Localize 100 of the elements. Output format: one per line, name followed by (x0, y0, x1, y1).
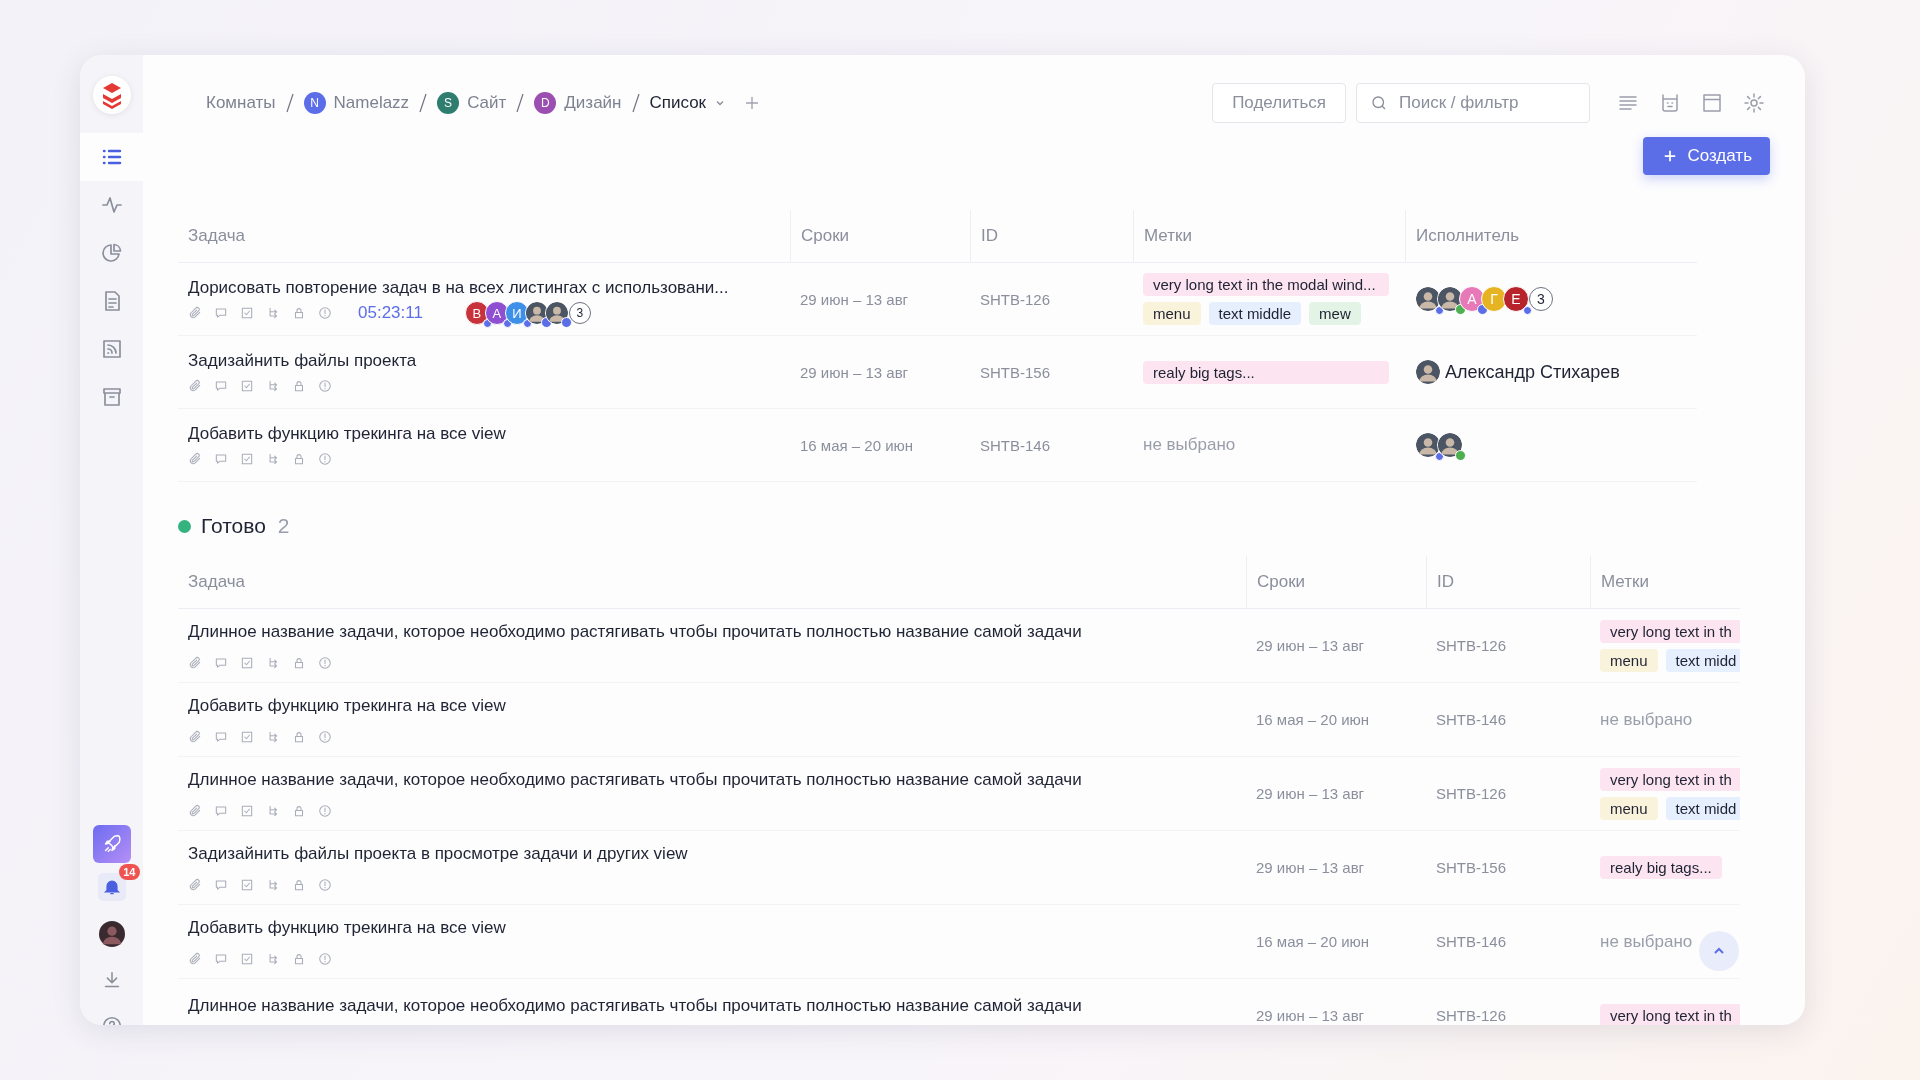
logo-icon[interactable] (91, 75, 132, 115)
breadcrumb-link[interactable]: Комнаты (206, 93, 276, 113)
room-avatar: N (303, 92, 326, 114)
view-dropdown[interactable]: Список (649, 93, 727, 113)
task-id: SHTB-146 (979, 435, 1052, 456)
paperclip-icon (188, 452, 202, 466)
subtask-icon (266, 729, 280, 744)
checkbox-icon (240, 803, 254, 818)
group-count: 2 (277, 514, 290, 538)
comment-icon (214, 951, 228, 966)
subtask-icon (266, 803, 280, 818)
paperclip-icon (188, 306, 202, 320)
task-id: SHTB-126 (1435, 636, 1508, 656)
comment-icon (214, 655, 228, 670)
task-id: SHTB-126 (1435, 784, 1508, 804)
task-title[interactable]: Добавить функцию трекинга на все view (188, 424, 506, 444)
date-range: 29 июн – 13 авг (799, 362, 910, 383)
paperclip-icon (188, 877, 202, 892)
tag: very long text in th (1600, 767, 1740, 791)
avatar: Е (1503, 286, 1529, 312)
task-title[interactable]: Длинное название задачи, которое необходимо растягивать чтобы прочитать полностью название самой задачи (188, 621, 1082, 642)
no-tags-label: не выбрано (1143, 435, 1236, 455)
task-id: SHTB-146 (1435, 932, 1508, 952)
lock-icon (292, 729, 306, 744)
checkbox-icon (240, 729, 254, 744)
info-icon (318, 803, 332, 818)
lock-icon (292, 306, 306, 320)
info-icon (318, 877, 332, 892)
date-range: 29 июн – 13 авг (1255, 1006, 1366, 1025)
separator-icon (284, 91, 295, 115)
task-title[interactable]: Добавить функцию трекинга на все view (188, 917, 506, 938)
checkbox-icon (240, 452, 254, 466)
no-tags-label: не выбрано (1600, 709, 1693, 730)
lock-icon (292, 877, 306, 892)
info-icon (318, 306, 332, 320)
assignee-name: Александр Стихарев (1445, 361, 1620, 383)
tag: menu (1143, 302, 1201, 325)
column-header: Исполнитель (1405, 210, 1697, 262)
comment-icon (214, 379, 228, 393)
task-title[interactable]: Задизайнить файлы проекта в просмотре задачи и других view (188, 843, 688, 864)
checkbox-icon (240, 306, 254, 320)
info-icon (318, 452, 332, 466)
info-icon (318, 379, 332, 393)
list-icon[interactable] (80, 133, 143, 181)
column-header: Задача (187, 225, 247, 247)
more-count: 3 (568, 302, 591, 324)
window-icon[interactable] (1700, 91, 1724, 115)
subtask-icon (266, 655, 280, 670)
timer: 05:23:11 (358, 303, 423, 323)
subtask-icon (266, 951, 280, 966)
task-title[interactable]: Длинное название задачи, которое необходимо растягивать чтобы прочитать полностью название самой задачи (188, 769, 1082, 790)
subtask-icon (266, 379, 280, 393)
date-range: 29 июн – 13 авг (1255, 858, 1366, 878)
task-title[interactable]: Задизайнить файлы проекта (188, 351, 417, 371)
avatar: Г (1481, 286, 1507, 312)
task-title[interactable]: Добавить функцию трекинга на все view (188, 695, 506, 716)
checkbox-icon (240, 951, 254, 966)
tag: text midd (1665, 796, 1740, 820)
search-field[interactable]: Поиск / фильтр (1356, 83, 1590, 123)
subtask-icon (266, 452, 280, 466)
settings-icon[interactable] (1742, 91, 1766, 115)
column-header: Сроки (1246, 556, 1426, 608)
tag: text midd (1665, 648, 1740, 672)
breadcrumb-link[interactable]: Дизайн (564, 93, 622, 113)
paperclip-icon (188, 951, 202, 966)
info-icon (318, 729, 332, 744)
create-button[interactable]: Создать (1643, 137, 1770, 175)
paperclip-icon (188, 803, 202, 818)
paperclip-icon (188, 655, 202, 670)
task-title[interactable]: Длинное название задачи, которое необходимо растягивать чтобы прочитать полностью название самой задачи (188, 996, 1082, 1016)
avatar (1415, 359, 1441, 385)
breadcrumb-link[interactable]: Namelazz (333, 93, 410, 113)
lock-icon (292, 452, 306, 466)
tag: menu (1600, 648, 1658, 672)
checkbox-icon (240, 379, 254, 393)
bell-icon[interactable] (97, 873, 126, 901)
info-icon (318, 951, 332, 966)
task-id: SHTB-126 (979, 289, 1052, 310)
lock-icon (292, 951, 306, 966)
separator-icon (630, 91, 641, 115)
scroll-up-button[interactable] (1699, 931, 1739, 971)
notification-count: 14 (119, 864, 140, 880)
column-header: Метки (1133, 210, 1405, 262)
tag: menu (1600, 796, 1658, 820)
no-tags-label: не выбрано (1600, 931, 1693, 952)
tag: very long text in th (1600, 1004, 1740, 1025)
tag: realy big tags... (1143, 360, 1389, 384)
breadcrumb-link[interactable]: Сайт (467, 93, 507, 113)
column-header: Сроки (790, 210, 970, 262)
avatar: В (464, 301, 489, 325)
column-header: ID (970, 210, 1133, 262)
add-icon[interactable] (744, 95, 761, 111)
task-title[interactable]: Дорисовать повторение задач в на всех листингах с использовани... (188, 278, 729, 298)
column-header: Задача (187, 571, 247, 593)
date-range: 29 июн – 13 авг (1255, 636, 1366, 656)
rocket-icon[interactable] (92, 825, 131, 863)
comment-icon (214, 306, 228, 320)
date-range: 29 июн – 13 авг (1255, 784, 1366, 804)
avatar[interactable] (98, 921, 125, 947)
column-header: Метки (1590, 556, 1740, 608)
